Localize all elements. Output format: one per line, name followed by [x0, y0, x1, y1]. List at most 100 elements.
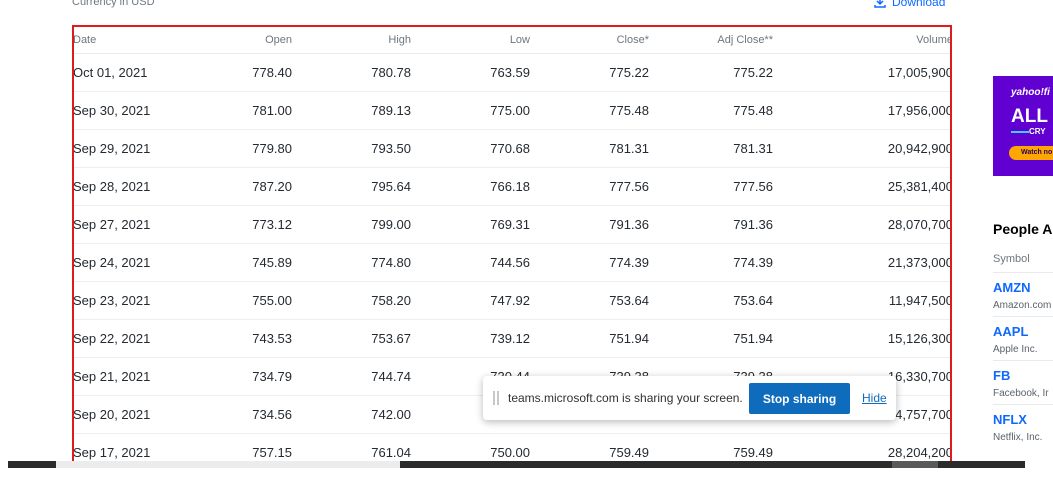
cell-date: Sep 29, 2021 [74, 129, 173, 168]
download-icon [874, 0, 886, 8]
column-header-low: Low [411, 27, 530, 54]
people-also-watch-title: People A [993, 221, 1053, 237]
cell-high: 793.50 [292, 129, 411, 168]
cell-date: Oct 01, 2021 [74, 53, 173, 92]
symbol-column-header: Symbol [993, 253, 1030, 265]
horizontal-scrollbar[interactable] [8, 461, 1025, 468]
cell-open: 743.53 [173, 319, 292, 358]
column-header-high: High [292, 27, 411, 54]
cell-high: 758.20 [292, 281, 411, 320]
table-row: Sep 24, 2021 745.89 774.80 744.56 774.39 774.… [74, 243, 950, 282]
cell-adj-close: 753.64 [649, 281, 773, 320]
symbol-link-nflx[interactable]: NFLX [993, 412, 1027, 427]
cell-open: 779.80 [173, 129, 292, 168]
cell-adj-close: 791.36 [649, 205, 773, 244]
table-row: Sep 23, 2021 755.00 758.20 747.92 753.64 753.… [74, 281, 950, 320]
cell-high: 789.13 [292, 91, 411, 130]
cell-low: 763.59 [411, 53, 530, 92]
cell-high: 753.67 [292, 319, 411, 358]
cell-low: 744.56 [411, 243, 530, 282]
cell-low: 769.31 [411, 205, 530, 244]
cell-high: 780.78 [292, 53, 411, 92]
cell-date: Sep 24, 2021 [74, 243, 173, 282]
cell-close: 774.39 [530, 243, 649, 282]
hide-link[interactable]: Hide [862, 391, 887, 405]
table-header-row: Date Open High Low Close* Adj Close** Vo… [74, 27, 950, 54]
ad-decor-line [1011, 131, 1029, 133]
symbol-name: Apple Inc. [993, 344, 1038, 355]
cell-high: 774.80 [292, 243, 411, 282]
scrollbar-thumb[interactable] [56, 461, 400, 468]
sharing-message: teams.microsoft.com is sharing your scre… [508, 391, 743, 405]
cell-close: 781.31 [530, 129, 649, 168]
table-row: Sep 22, 2021 743.53 753.67 739.12 751.94 751.… [74, 319, 950, 358]
cell-date: Sep 30, 2021 [74, 91, 173, 130]
symbol-link-aapl[interactable]: AAPL [993, 324, 1028, 339]
cell-volume: 11,947,500 [773, 281, 950, 320]
ad-brand: yahoo!fi [1011, 87, 1050, 98]
cell-open: 778.40 [173, 53, 292, 92]
symbol-name: Amazon.com [993, 300, 1052, 311]
cell-low: 766.18 [411, 167, 530, 206]
download-link[interactable]: Download [874, 0, 945, 9]
ad-subline: CRY [1029, 127, 1046, 136]
cell-adj-close: 774.39 [649, 243, 773, 282]
divider [993, 404, 1053, 405]
symbol-link-amzn[interactable]: AMZN [993, 280, 1031, 295]
cell-open: 781.00 [173, 91, 292, 130]
cell-low: 739.12 [411, 319, 530, 358]
cell-close: 775.22 [530, 53, 649, 92]
cell-volume: 15,126,300 [773, 319, 950, 358]
cell-low: 747.92 [411, 281, 530, 320]
cell-high: 744.74 [292, 357, 411, 396]
column-header-volume: Volume [773, 27, 950, 54]
cell-low: 770.68 [411, 129, 530, 168]
scrollbar-segment [892, 461, 938, 468]
ad-watch-button[interactable]: Watch no [1009, 146, 1053, 160]
ad-headline: ALL I [1011, 106, 1053, 127]
cell-volume: 20,942,900 [773, 129, 950, 168]
column-header-adj-close: Adj Close** [649, 27, 773, 54]
currency-label: Currency in USD [72, 0, 155, 8]
cell-volume: 21,373,000 [773, 243, 950, 282]
cell-open: 787.20 [173, 167, 292, 206]
cell-close: 791.36 [530, 205, 649, 244]
cell-adj-close: 775.48 [649, 91, 773, 130]
screen-sharing-notification: teams.microsoft.com is sharing your scre… [483, 376, 896, 420]
cell-close: 775.48 [530, 91, 649, 130]
cell-open: 734.79 [173, 357, 292, 396]
cell-open: 734.56 [173, 395, 292, 434]
table-row: Sep 28, 2021 787.20 795.64 766.18 777.56 777.… [74, 167, 950, 206]
advertisement-banner[interactable]: yahoo!fi ALL I CRY Watch no [993, 76, 1053, 176]
divider [993, 360, 1053, 361]
table-row: Sep 30, 2021 781.00 789.13 775.00 775.48 775.… [74, 91, 950, 130]
divider [993, 272, 1053, 273]
cell-volume: 25,381,400 [773, 167, 950, 206]
symbol-name: Netflix, Inc. [993, 432, 1043, 443]
cell-date: Sep 22, 2021 [74, 319, 173, 358]
cell-date: Sep 20, 2021 [74, 395, 173, 434]
symbol-link-fb[interactable]: FB [993, 368, 1010, 383]
column-header-date: Date [74, 27, 173, 54]
cell-volume: 17,005,900 [773, 53, 950, 92]
cell-close: 777.56 [530, 167, 649, 206]
cell-date: Sep 28, 2021 [74, 167, 173, 206]
cell-adj-close: 777.56 [649, 167, 773, 206]
divider [993, 316, 1053, 317]
cell-open: 745.89 [173, 243, 292, 282]
cell-adj-close: 775.22 [649, 53, 773, 92]
cell-volume: 28,070,700 [773, 205, 950, 244]
cell-open: 773.12 [173, 205, 292, 244]
table-row: Sep 29, 2021 779.80 793.50 770.68 781.31 781.… [74, 129, 950, 168]
cell-high: 799.00 [292, 205, 411, 244]
cell-date: Sep 27, 2021 [74, 205, 173, 244]
drag-handle-icon[interactable] [493, 391, 499, 405]
cell-close: 753.64 [530, 281, 649, 320]
stop-sharing-button[interactable]: Stop sharing [749, 383, 850, 414]
cell-date: Sep 23, 2021 [74, 281, 173, 320]
cell-open: 755.00 [173, 281, 292, 320]
cell-high: 742.00 [292, 395, 411, 434]
symbol-name: Facebook, Ir [993, 388, 1049, 399]
table-row: Oct 01, 2021 778.40 780.78 763.59 775.22 775.… [74, 53, 950, 92]
table-row: Sep 27, 2021 773.12 799.00 769.31 791.36 791.… [74, 205, 950, 244]
